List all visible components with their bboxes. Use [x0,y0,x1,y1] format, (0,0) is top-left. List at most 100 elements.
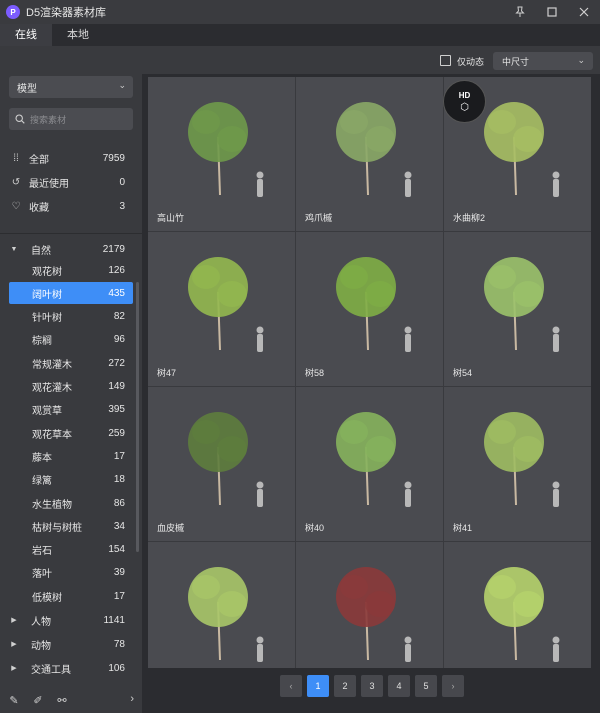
asset-name: 树47 [157,368,177,378]
app-logo-icon: P [6,5,20,19]
quick-label: 最近使用 [29,178,69,190]
category-count: 34 [113,520,125,532]
tree-thumbnail [188,567,264,662]
sidebar-category-item[interactable]: 常规灌木 272 [9,352,133,374]
maximize-button[interactable] [536,0,568,24]
tab-online[interactable]: 在线 [0,24,52,46]
asset-card[interactable] [296,542,443,668]
asset-card[interactable]: 鸡爪槭 [296,77,443,231]
category-label: 岩石 [32,546,52,558]
sidebar-category-item[interactable]: 水生植物 86 [9,492,133,514]
chevron-down-icon: ⌄ [577,55,585,65]
sidebar-category-item[interactable]: 观赏草 395 [9,399,133,421]
tree-thumbnail [336,257,412,352]
sidebar-bottom-toolbar: ✎ ✐ ⚯ › [0,688,142,713]
quick-label: 收藏 [29,202,49,214]
app-title: D5渲染器素材库 [26,7,107,19]
tree-node-group[interactable]: ▶ 交通工具 106 [9,658,133,678]
quick-label: 全部 [29,154,49,166]
asset-name: 树58 [305,368,325,378]
category-count: 82 [113,311,125,323]
sidebar-category-item[interactable]: 针叶树 82 [9,306,133,328]
tree-thumbnail [188,412,264,507]
next-page-button[interactable]: › [442,675,464,697]
quick-count: 7959 [102,152,125,164]
quick-favorites[interactable]: ♡ 收藏 3 [9,196,133,216]
tree-thumbnail [336,567,412,662]
sidebar-category-item[interactable]: 棕榈 96 [9,329,133,351]
heart-icon: ♡ [11,200,21,212]
category-count: 259 [108,427,125,439]
close-button[interactable] [568,0,600,24]
category-dropdown-value: 模型 [17,83,37,95]
brush-icon[interactable]: ✎ [4,694,24,707]
page-button[interactable]: 2 [334,675,356,697]
category-count: 86 [113,497,125,509]
sidebar-category-item[interactable]: 观花灌木 149 [9,376,133,398]
sidebar-category-item[interactable]: 绿篱 18 [9,469,133,491]
sidebar-category-item[interactable]: 阔叶树 435 [9,282,133,305]
asset-card[interactable]: 树47 [148,232,295,386]
chevron-right-icon[interactable]: › [130,693,134,705]
asset-card[interactable] [148,542,295,668]
asset-card[interactable]: 树54 [444,232,591,386]
tree-node-group[interactable]: ▶ 人物 1141 [9,610,133,630]
category-label: 绿篱 [32,476,52,488]
asset-name: 鸡爪槭 [305,213,333,223]
dynamic-only-checkbox[interactable] [440,55,451,66]
tab-local[interactable]: 本地 [52,24,104,46]
category-count: 96 [113,334,125,346]
asset-card[interactable]: 树58 [296,232,443,386]
category-label: 藤本 [32,452,52,464]
hd-badge[interactable]: HD ⬡ [443,80,486,123]
category-dropdown[interactable]: 模型 ⌄ [9,76,133,98]
prev-page-button[interactable]: ‹ [280,675,302,697]
asset-card[interactable]: 树40 [296,387,443,541]
sidebar-category-item[interactable]: 低模树 17 [9,585,133,607]
category-count: 154 [108,544,125,556]
category-count: 39 [113,567,125,579]
title-bar: P D5渲染器素材库 [0,0,600,24]
category-count: 149 [108,381,125,392]
category-count: 18 [113,474,125,486]
quick-recent[interactable]: ↺ 最近使用 0 [9,172,133,192]
sidebar-category-item[interactable]: 岩石 154 [9,539,133,561]
pen-icon[interactable]: ✐ [28,694,48,707]
quick-count: 0 [119,176,125,188]
asset-name: 高山竹 [157,213,185,223]
tree-thumbnail [336,102,412,197]
chevron-down-icon: ⌄ [118,80,126,90]
close-icon [579,7,589,17]
pagination: ‹ 1 2 3 4 5 › [280,675,469,697]
page-button[interactable]: 1 [307,675,329,697]
page-button[interactable]: 4 [388,675,410,697]
tree-node-nature[interactable]: ▼ 自然 2179 [9,239,133,259]
sidebar: 模型 ⌄ 搜索素材 ⁞⁞ 全部 7959 ↺ 最近使用 0 ♡ 收藏 3 ▼ 自… [0,46,142,713]
sidebar-category-item[interactable]: 观花树 126 [9,259,133,281]
tree-thumbnail [188,257,264,352]
quick-all[interactable]: ⁞⁞ 全部 7959 [9,148,133,168]
cube-icon: ⬡ [460,101,469,113]
page-button[interactable]: 3 [361,675,383,697]
size-dropdown[interactable]: 中尺寸 ⌄ [493,52,593,70]
asset-name: 树40 [305,523,325,533]
sidebar-category-item[interactable]: 枯树与树桩 34 [9,515,133,537]
asset-card[interactable] [444,542,591,668]
hd-label: HD [458,90,471,100]
sidebar-category-item[interactable]: 藤本 17 [9,445,133,467]
sidebar-scrollbar[interactable] [136,282,139,552]
sidebar-category-item[interactable]: 落叶 39 [9,562,133,584]
asset-name: 水曲柳2 [453,213,486,223]
asset-card[interactable]: 树41 [444,387,591,541]
search-input[interactable]: 搜索素材 [9,108,133,130]
search-placeholder: 搜索素材 [30,114,67,125]
tree-node-group[interactable]: ▶ 动物 78 [9,634,133,654]
tree-node-count: 2179 [102,243,125,255]
asset-card[interactable]: 血皮槭 [148,387,295,541]
path-icon[interactable]: ⚯ [52,694,72,707]
asset-card[interactable]: 高山竹 [148,77,295,231]
pin-button[interactable] [504,0,536,24]
sidebar-category-item[interactable]: 观花草本 259 [9,422,133,444]
page-button[interactable]: 5 [415,675,437,697]
tree-node-count: 106 [108,662,125,674]
